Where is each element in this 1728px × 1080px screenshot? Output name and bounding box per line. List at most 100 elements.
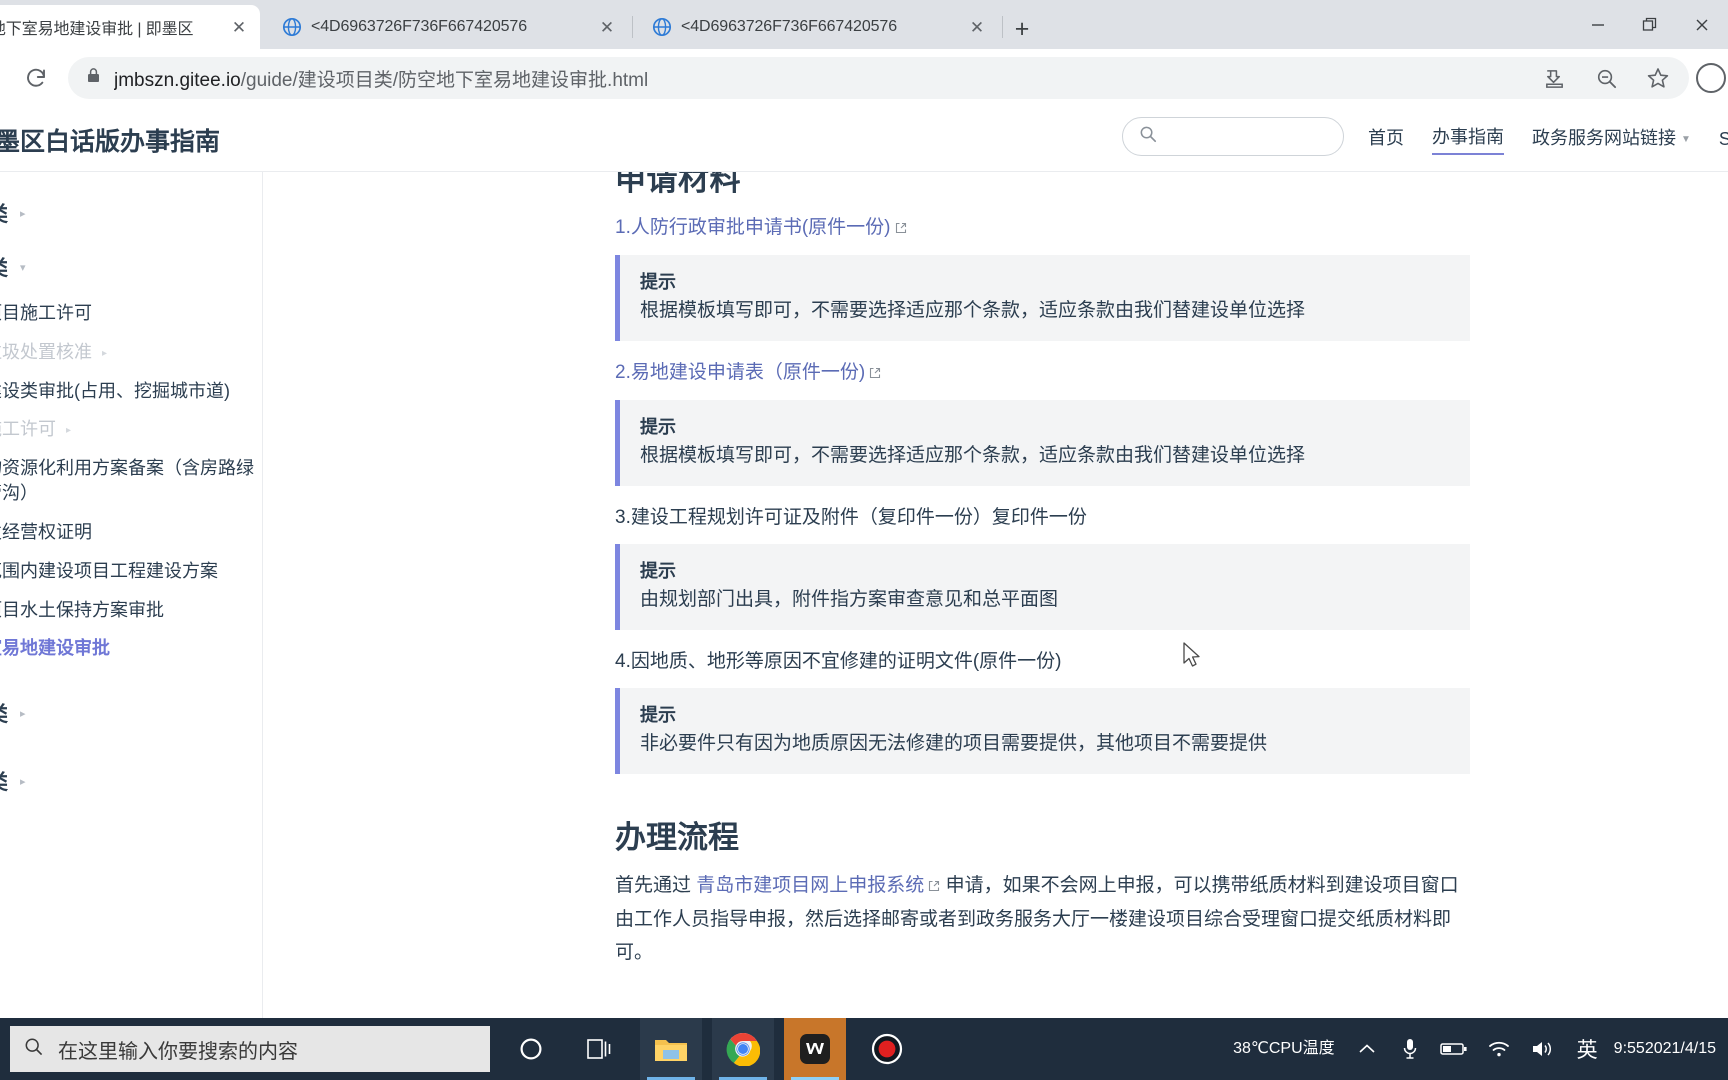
tip-title: 提示 — [640, 272, 676, 293]
material-item-3: 3.建设工程规划许可证及附件（复印件一份）复印件一份 — [615, 506, 1087, 528]
nav-item-links[interactable]: 政务服务网站链接 ▼ — [1532, 124, 1691, 154]
new-tab-button[interactable]: + — [1005, 12, 1039, 46]
browser-window: 空地下室易地建设审批 | 即墨区 ✕ <4D6963726F736F667420… — [0, 0, 1728, 1018]
cpu-temp-value: 38℃ — [1233, 1040, 1269, 1058]
file-explorer-icon[interactable] — [640, 1018, 702, 1080]
chevron-up-icon[interactable] — [1345, 1018, 1389, 1080]
address-bar[interactable]: jmbszn.gitee.io/guide/建设项目类/防空地下室易地建设审批.… — [68, 57, 1689, 99]
nav-item-guide[interactable]: 办事指南 — [1432, 123, 1504, 155]
volume-icon[interactable] — [1521, 1018, 1567, 1080]
reload-icon[interactable] — [18, 60, 54, 96]
tip-body: 根据模板填写即可，不需要选择适应那个条款，适应条款由我们替建设单位选择 — [640, 445, 1306, 467]
windows-taskbar: 在这里输入你要搜索的内容 38℃ CPU温度 英 9:55 2021/4/15 — [0, 1018, 1728, 1080]
search-input[interactable] — [1122, 117, 1344, 156]
browser-tab-3[interactable]: <4D6963726F736F667420576 ✕ — [638, 5, 998, 49]
sidebar-item-3[interactable]: 筑垃圾处置核准 ▸ — [0, 333, 262, 372]
tip-body: 由规划部门出具，附件指方案审查意见和总平面图 — [640, 589, 1059, 611]
sidebar-group-label: 务类 — [0, 698, 8, 728]
sidebar-item-6[interactable]: 弃物资源化利用方案备案（含房路绿化管沟） — [0, 449, 262, 513]
tab-divider — [632, 16, 633, 38]
tab-strip: 空地下室易地建设审批 | 即墨区 ✕ <4D6963726F736F667420… — [0, 0, 1728, 49]
browser-tab-1[interactable]: 空地下室易地建设审批 | 即墨区 ✕ — [0, 5, 260, 49]
url-text: jmbszn.gitee.io/guide/建设项目类/防空地下室易地建设审批.… — [114, 65, 1529, 92]
tip-box-3: 提示 由规划部门出具，附件指方案审查意见和总平面图 — [615, 544, 1470, 630]
bookmark-star-icon[interactable] — [1645, 65, 1671, 91]
nav-item-home[interactable]: 首页 — [1368, 124, 1404, 154]
browser-tab-2[interactable]: <4D6963726F736F667420576 ✕ — [268, 5, 628, 49]
material-item-4: 4.因地质、地形等原因不宜修建的证明文件(原件一份) — [615, 650, 1062, 672]
site-header: 即墨区白话版办事指南 首页 办事指南 政务服务网站链接 ▼ Sou — [0, 106, 1728, 172]
windows-search-placeholder: 在这里输入你要搜索的内容 — [58, 1040, 298, 1063]
tip-box-4: 提示 非必要件只有因为地质原因无法修建的项目需要提供，其他项目不需要提供 — [615, 688, 1470, 774]
cpu-temperature[interactable]: 38℃ CPU温度 — [1223, 1018, 1345, 1080]
recorder-icon[interactable] — [856, 1018, 918, 1080]
external-link-icon — [895, 214, 907, 243]
sidebar-group-label: 招类 — [0, 198, 8, 228]
cortana-icon[interactable] — [500, 1018, 562, 1080]
chevron-right-icon: ▸ — [66, 425, 72, 437]
process-paragraph: 首先通过 青岛市建项目网上申报系统 申请，如果不会网上申报，可以携带纸质材料到建… — [615, 869, 1470, 970]
profile-avatar[interactable] — [1696, 63, 1726, 93]
process-link[interactable]: 青岛市建项目网上申报系统 — [696, 875, 924, 896]
close-window-button[interactable] — [1676, 0, 1728, 49]
sidebar-group-0[interactable]: 招类 ▸ — [0, 186, 262, 240]
zoom-out-icon[interactable] — [1593, 65, 1619, 91]
wps-icon[interactable] — [784, 1018, 846, 1080]
tip-box-2: 提示 根据模板填写即可，不需要选择适应那个条款，适应条款由我们替建设单位选择 — [615, 400, 1470, 486]
sidebar-group-12[interactable]: 务类 ▸ — [0, 754, 262, 808]
maximize-button[interactable] — [1624, 0, 1676, 49]
sidebar-group-1[interactable]: 目类 ▾ — [0, 240, 262, 294]
sidebar-item-4[interactable]: 施建设类审批(占用、挖掘城市道) — [0, 372, 262, 411]
sidebar-item-active[interactable]: 下室易地建设审批 — [0, 629, 262, 668]
tip-body: 根据模板填写即可，不需要选择适应那个条款，适应条款由我们替建设单位选择 — [640, 300, 1306, 322]
external-link-icon — [869, 359, 881, 388]
page-title: 即墨区白话版办事指南 — [0, 128, 221, 156]
ime-indicator[interactable]: 英 — [1567, 1018, 1608, 1080]
url-path: /guide/建设项目类/防空地下室易地建设审批.html — [240, 69, 649, 91]
browser-toolbar: jmbszn.gitee.io/guide/建设项目类/防空地下室易地建设审批.… — [0, 49, 1728, 106]
cpu-temp-label: CPU温度 — [1268, 1040, 1335, 1058]
system-tray: 38℃ CPU温度 英 9:55 2021/4/15 — [1223, 1018, 1728, 1080]
main-content: 申请材料 1.人防行政审批申请书(原件一份) 提示 根据模板填写即可，不需要选择… — [263, 172, 1728, 1018]
chevron-down-icon: ▾ — [20, 261, 26, 274]
close-icon[interactable]: ✕ — [966, 16, 988, 38]
tip-title: 提示 — [640, 417, 676, 438]
battery-icon[interactable] — [1431, 1018, 1477, 1080]
sidebar[interactable]: 招类 ▸ 目类 ▾ 设项目施工许可 筑垃圾处置核准 ▸ 施建设类审批(占用、挖掘… — [0, 172, 263, 1018]
clock-date: 2021/4/15 — [1644, 1040, 1716, 1057]
material-link-2[interactable]: 2.易地建设申请表（原件一份) — [615, 362, 865, 383]
chrome-icon[interactable] — [712, 1018, 774, 1080]
taskbar-clock[interactable]: 9:55 2021/4/15 — [1608, 1018, 1728, 1080]
nav-item-links-label: 政务服务网站链接 — [1532, 128, 1676, 148]
windows-search-box[interactable]: 在这里输入你要搜索的内容 — [10, 1026, 490, 1072]
chevron-down-icon: ▼ — [1681, 133, 1691, 145]
globe-icon — [282, 17, 302, 37]
wifi-icon[interactable] — [1477, 1018, 1521, 1080]
minimize-button[interactable] — [1572, 0, 1624, 49]
search-icon — [1139, 125, 1157, 148]
close-icon[interactable]: ✕ — [228, 16, 250, 38]
globe-icon — [652, 17, 672, 37]
material-item-2: 2.易地建设申请表（原件一份) — [615, 358, 1470, 388]
material-item-1: 1.人防行政审批申请书(原件一份) — [615, 213, 1470, 243]
mouse-cursor — [1183, 642, 1205, 677]
tip-title: 提示 — [640, 705, 676, 726]
section-heading-materials: 申请材料 — [615, 172, 741, 197]
nav-item-source[interactable]: Sou — [1719, 129, 1728, 150]
download-icon[interactable] — [1541, 65, 1567, 91]
chevron-right-icon: ▸ — [102, 347, 108, 359]
close-icon[interactable]: ✕ — [596, 16, 618, 38]
sidebar-item-8[interactable]: 理范围内建设项目工程建设方案 — [0, 552, 262, 591]
microphone-icon[interactable] — [1389, 1018, 1431, 1080]
sidebar-item-9[interactable]: 设项目水土保持方案审批 — [0, 591, 262, 630]
tab-title: <4D6963726F736F667420576 — [681, 18, 898, 35]
sidebar-item-7[interactable]: 开发经营权证明 — [0, 513, 262, 552]
tab-divider — [1002, 16, 1003, 38]
sidebar-item-5[interactable]: 程施工许可 ▸ — [0, 410, 262, 449]
window-controls — [1572, 0, 1728, 49]
process-text-before: 首先通过 — [615, 874, 697, 896]
material-link-1[interactable]: 1.人防行政审批申请书(原件一份) — [615, 217, 891, 238]
sidebar-group-11[interactable]: 务类 ▸ — [0, 686, 262, 740]
task-view-icon[interactable] — [568, 1018, 630, 1080]
sidebar-item-2[interactable]: 设项目施工许可 — [0, 294, 262, 333]
